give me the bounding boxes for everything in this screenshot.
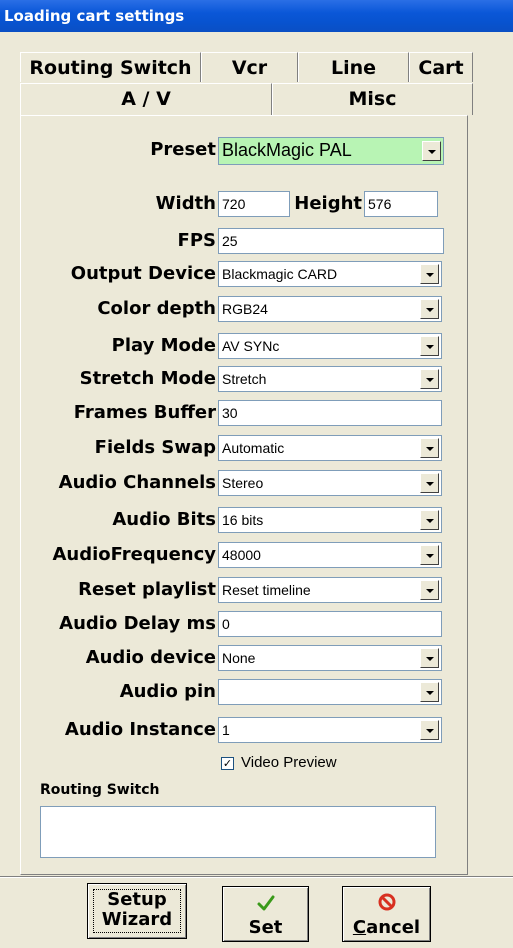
chevron-down-icon[interactable] (420, 299, 439, 319)
chevron-down-icon[interactable] (420, 438, 439, 458)
bottom-separator (0, 876, 513, 878)
check-icon (257, 895, 275, 911)
height-label: Height (294, 193, 362, 214)
chevron-down-icon[interactable] (420, 510, 439, 530)
audio-device-select[interactable]: None (218, 645, 442, 671)
audio-instance-select[interactable]: 1 (218, 717, 442, 743)
audio-frequency-select[interactable]: 48000 (218, 542, 442, 568)
width-field[interactable]: 720 (218, 191, 290, 217)
audio-instance-value: 1 (222, 722, 230, 738)
routing-switch-textarea[interactable] (40, 806, 436, 858)
fps-label: FPS (177, 230, 216, 251)
preset-value: BlackMagic PAL (222, 140, 352, 160)
title-bar[interactable]: Loading cart settings (0, 0, 513, 32)
output-device-value: Blackmagic CARD (222, 266, 338, 282)
chevron-down-icon[interactable] (420, 648, 439, 668)
output-device-label: Output Device (70, 263, 216, 284)
chevron-down-icon[interactable] (420, 580, 439, 600)
chevron-down-icon[interactable] (420, 264, 439, 284)
focus-rect (93, 889, 181, 933)
reset-playlist-select[interactable]: Reset timeline (218, 577, 442, 603)
color-depth-value: RGB24 (222, 301, 268, 317)
chevron-down-icon[interactable] (420, 473, 439, 493)
chevron-down-icon[interactable] (420, 720, 439, 740)
width-label: Width (155, 193, 216, 214)
cancel-button[interactable]: Cancel (342, 886, 431, 942)
frames-buffer-field[interactable]: 30 (218, 400, 442, 426)
set-label: Set (248, 917, 283, 938)
audio-bits-value: 16 bits (222, 512, 264, 528)
frames-buffer-label: Frames Buffer (73, 402, 216, 423)
tab-routing-switch[interactable]: Routing Switch (20, 52, 201, 82)
chevron-down-icon[interactable] (420, 545, 439, 565)
chevron-down-icon[interactable] (420, 336, 439, 356)
stop-icon (378, 893, 396, 911)
chevron-down-icon[interactable] (422, 141, 441, 161)
play-mode-label: Play Mode (111, 335, 216, 356)
audio-device-label: Audio device (85, 647, 216, 668)
play-mode-value: AV SYNc (222, 338, 280, 354)
audio-delay-field[interactable]: 0 (218, 611, 442, 637)
audio-device-value: None (222, 650, 256, 666)
tab-misc[interactable]: Misc (272, 83, 473, 115)
set-button[interactable]: Set (222, 886, 309, 942)
height-field[interactable]: 576 (364, 191, 438, 217)
fields-swap-label: Fields Swap (94, 437, 216, 458)
color-depth-label: Color depth (97, 298, 216, 319)
tab-av[interactable]: A / V (20, 83, 272, 115)
audio-delay-label: Audio Delay ms (59, 613, 216, 634)
audio-bits-select[interactable]: 16 bits (218, 507, 442, 533)
audio-channels-label: Audio Channels (58, 472, 216, 493)
cancel-label: Cancel (352, 917, 421, 938)
setup-wizard-button[interactable]: Setup Wizard (87, 883, 187, 939)
video-preview-checkbox[interactable]: ✓ (221, 757, 234, 770)
fields-swap-value: Automatic (222, 440, 285, 456)
tab-line[interactable]: Line (298, 52, 409, 82)
audio-channels-value: Stereo (222, 475, 264, 491)
chevron-down-icon[interactable] (420, 682, 439, 702)
reset-playlist-label: Reset playlist (78, 579, 216, 600)
chevron-down-icon[interactable] (420, 369, 439, 389)
audio-channels-select[interactable]: Stereo (218, 470, 442, 496)
audio-bits-label: Audio Bits (112, 509, 216, 530)
tab-cart[interactable]: Cart (409, 52, 473, 82)
tab-vcr[interactable]: Vcr (201, 52, 298, 82)
settings-window: Loading cart settings Routing Switch Vcr… (0, 0, 513, 948)
output-device-select[interactable]: Blackmagic CARD (218, 261, 442, 287)
color-depth-select[interactable]: RGB24 (218, 296, 442, 322)
window-title: Loading cart settings (4, 7, 185, 25)
routing-switch-label: Routing Switch (40, 782, 160, 798)
fields-swap-select[interactable]: Automatic (218, 435, 442, 461)
audio-pin-label: Audio pin (119, 681, 216, 702)
preset-select[interactable]: BlackMagic PAL (218, 137, 444, 165)
stretch-mode-label: Stretch Mode (79, 368, 216, 389)
stretch-mode-value: Stretch (222, 371, 267, 387)
preset-label: Preset (150, 139, 216, 160)
audio-instance-label: Audio Instance (64, 719, 216, 740)
reset-playlist-value: Reset timeline (222, 582, 311, 598)
stretch-mode-select[interactable]: Stretch (218, 366, 442, 392)
play-mode-select[interactable]: AV SYNc (218, 333, 442, 359)
video-preview-label: Video Preview (241, 754, 337, 771)
audio-frequency-value: 48000 (222, 547, 261, 563)
fps-field[interactable]: 25 (218, 228, 444, 254)
audio-frequency-label: AudioFrequency (52, 544, 216, 565)
audio-pin-select[interactable] (218, 679, 442, 705)
